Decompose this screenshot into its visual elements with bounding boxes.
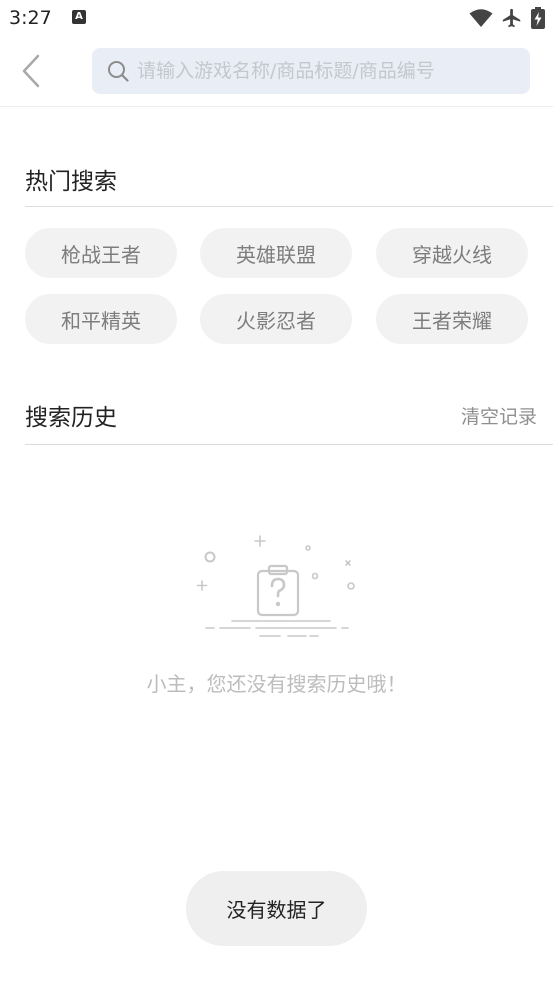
search-history-header: 搜索历史 清空记录 xyxy=(25,384,553,445)
hot-tag[interactable]: 穿越火线 xyxy=(376,228,528,278)
status-time: 3:27 xyxy=(9,7,52,29)
notification-app-icon: A xyxy=(72,10,86,24)
hot-tag[interactable]: 王者荣耀 xyxy=(376,294,528,344)
chevron-left-icon xyxy=(22,54,40,88)
hot-tag[interactable]: 枪战王者 xyxy=(25,228,177,278)
hot-search-header: 热门搜索 xyxy=(25,148,553,207)
empty-history-text: 小主，您还没有搜索历史哦！ xyxy=(146,672,407,696)
status-icons xyxy=(469,6,545,30)
search-input[interactable] xyxy=(137,48,522,94)
battery-charging-icon xyxy=(531,7,545,29)
hot-tag[interactable]: 英雄联盟 xyxy=(200,228,352,278)
wifi-icon xyxy=(469,9,493,27)
hot-search-title: 热门搜索 xyxy=(25,169,117,195)
hot-tag[interactable]: 火影忍者 xyxy=(200,294,352,344)
search-box[interactable] xyxy=(92,48,530,94)
search-history-title: 搜索历史 xyxy=(25,405,117,431)
airplane-icon xyxy=(502,8,521,28)
clear-history-button[interactable]: 清空记录 xyxy=(461,402,537,429)
status-bar: 3:27 A xyxy=(0,0,553,38)
empty-clipboard-icon xyxy=(196,535,355,637)
search-header xyxy=(0,38,553,107)
no-more-data-toast: 没有数据了 xyxy=(186,871,367,946)
back-button[interactable] xyxy=(14,52,50,92)
hot-tag[interactable]: 和平精英 xyxy=(25,294,177,344)
search-icon xyxy=(108,61,129,82)
